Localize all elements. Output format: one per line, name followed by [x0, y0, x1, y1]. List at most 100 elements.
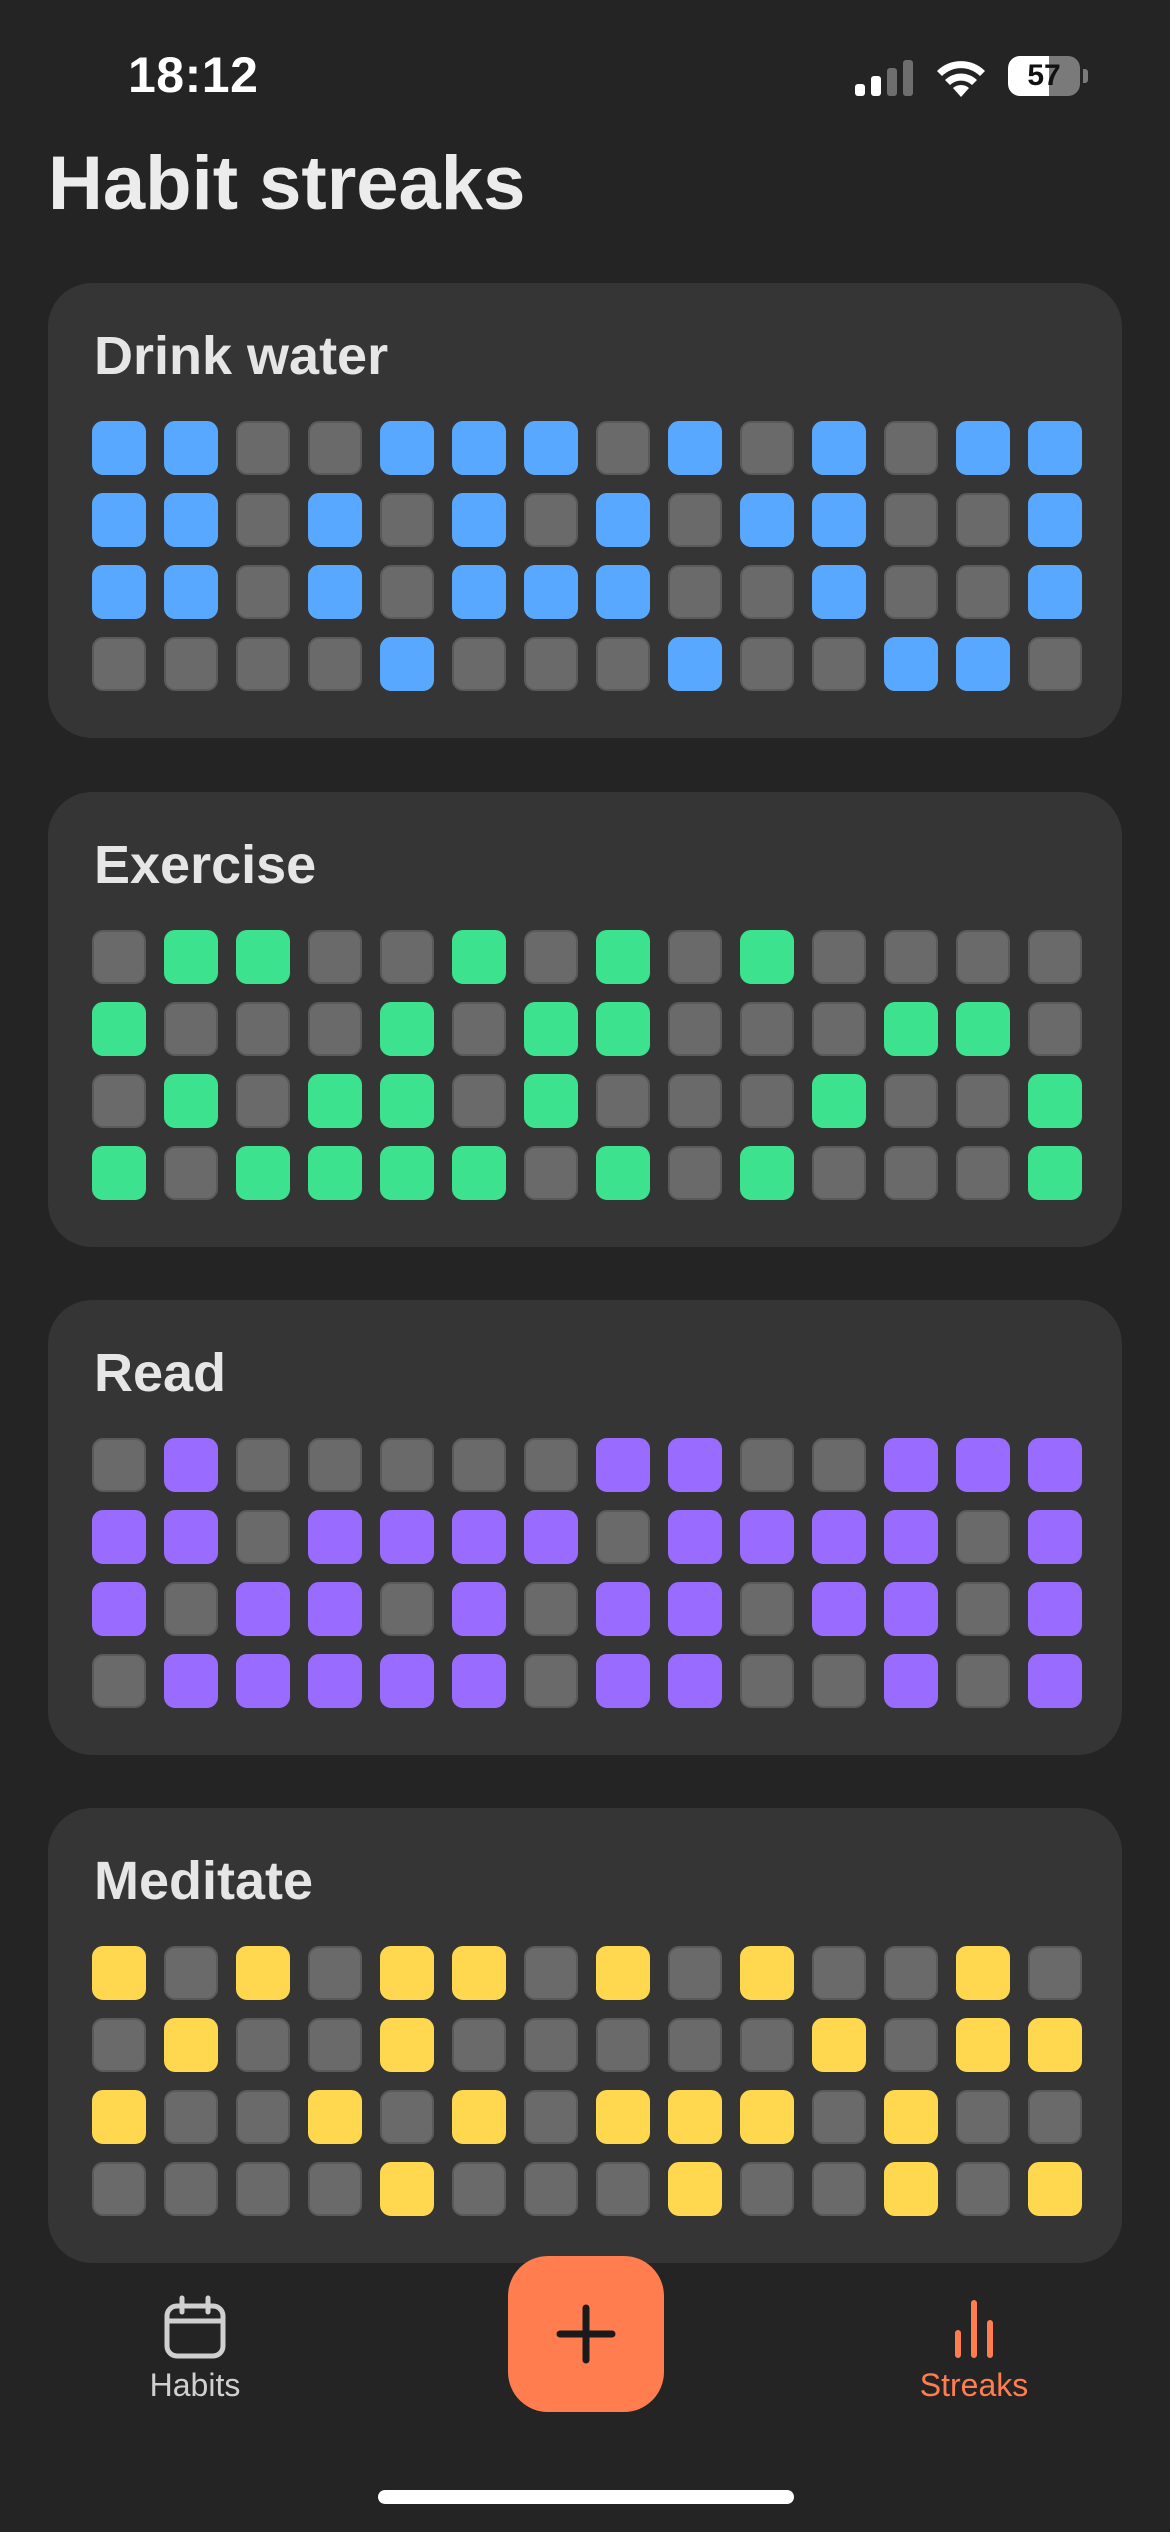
habit-card-read[interactable]: Read	[48, 1300, 1122, 1755]
habit-card-meditate[interactable]: Meditate	[48, 1808, 1122, 2263]
streak-day-done	[164, 2018, 218, 2072]
streak-day-done	[92, 1002, 146, 1056]
streak-day-missed	[92, 1654, 146, 1708]
streak-day-missed	[308, 2162, 362, 2216]
streak-day-missed	[956, 2090, 1010, 2144]
streak-day-done	[812, 2018, 866, 2072]
streak-day-missed	[92, 930, 146, 984]
streak-day-missed	[92, 2162, 146, 2216]
streak-day-done	[164, 493, 218, 547]
streak-day-done	[740, 2090, 794, 2144]
streak-day-done	[668, 2090, 722, 2144]
streak-day-done	[668, 1582, 722, 1636]
streak-day-done	[812, 1582, 866, 1636]
streak-day-done	[452, 1510, 506, 1564]
streak-day-missed	[236, 1074, 290, 1128]
streak-day-done	[596, 493, 650, 547]
streak-day-done	[308, 565, 362, 619]
streak-day-done	[92, 1146, 146, 1200]
streak-day-done	[596, 1946, 650, 2000]
streak-day-missed	[668, 1074, 722, 1128]
streak-day-missed	[740, 565, 794, 619]
streak-day-done	[380, 1510, 434, 1564]
streak-day-missed	[524, 2090, 578, 2144]
streak-day-missed	[596, 2018, 650, 2072]
streak-day-done	[884, 1510, 938, 1564]
streak-day-done	[308, 1074, 362, 1128]
streak-day-done	[164, 421, 218, 475]
streak-day-missed	[380, 565, 434, 619]
streak-day-missed	[884, 2018, 938, 2072]
streak-day-missed	[884, 1074, 938, 1128]
streak-day-done	[380, 2162, 434, 2216]
streak-day-missed	[668, 1946, 722, 2000]
streak-day-done	[1028, 421, 1082, 475]
streak-day-done	[236, 930, 290, 984]
streak-day-missed	[236, 493, 290, 547]
streak-day-missed	[236, 565, 290, 619]
streak-day-done	[596, 930, 650, 984]
streak-day-missed	[308, 1438, 362, 1492]
streak-day-done	[812, 493, 866, 547]
streak-day-done	[452, 1582, 506, 1636]
streak-day-missed	[884, 1946, 938, 2000]
streak-day-done	[884, 637, 938, 691]
streak-day-missed	[668, 930, 722, 984]
streak-day-done	[308, 1582, 362, 1636]
streak-day-done	[1028, 1074, 1082, 1128]
streak-day-missed	[596, 1510, 650, 1564]
streak-day-missed	[236, 1438, 290, 1492]
streak-day-missed	[308, 1946, 362, 2000]
streak-day-done	[740, 1510, 794, 1564]
streak-day-missed	[884, 1146, 938, 1200]
streak-day-missed	[812, 2162, 866, 2216]
streak-day-done	[956, 2018, 1010, 2072]
streak-day-missed	[164, 2090, 218, 2144]
streak-day-missed	[740, 1002, 794, 1056]
streak-day-missed	[236, 2090, 290, 2144]
streak-day-missed	[380, 930, 434, 984]
add-habit-button[interactable]	[508, 2256, 664, 2412]
streak-day-done	[596, 2090, 650, 2144]
streak-day-missed	[92, 1074, 146, 1128]
streak-day-done	[596, 1582, 650, 1636]
streak-day-done	[164, 1438, 218, 1492]
streak-day-done	[1028, 2162, 1082, 2216]
streak-day-done	[884, 2090, 938, 2144]
streak-day-missed	[668, 2018, 722, 2072]
streak-day-done	[92, 1510, 146, 1564]
streak-day-missed	[164, 637, 218, 691]
streak-day-done	[380, 1002, 434, 1056]
streak-day-missed	[164, 2162, 218, 2216]
streak-day-done	[812, 1510, 866, 1564]
streak-day-missed	[524, 2018, 578, 2072]
streak-day-done	[740, 1946, 794, 2000]
streak-day-done	[452, 1146, 506, 1200]
streak-day-missed	[596, 1074, 650, 1128]
status-bar: 18:12 57	[0, 0, 1170, 150]
tab-streaks[interactable]: Streaks	[874, 2295, 1074, 2404]
streak-day-missed	[956, 1510, 1010, 1564]
streak-day-missed	[956, 565, 1010, 619]
streak-day-done	[452, 493, 506, 547]
streak-day-done	[308, 1510, 362, 1564]
streak-day-done	[956, 637, 1010, 691]
streak-day-done	[668, 1654, 722, 1708]
streak-day-done	[668, 1510, 722, 1564]
streak-day-done	[164, 1074, 218, 1128]
habit-card-exercise[interactable]: Exercise	[48, 792, 1122, 1247]
streak-day-done	[596, 1654, 650, 1708]
streak-day-done	[668, 421, 722, 475]
streak-day-done	[452, 1654, 506, 1708]
habit-card-drink-water[interactable]: Drink water	[48, 283, 1122, 738]
habit-title: Meditate	[94, 1851, 314, 1911]
streak-day-missed	[308, 1002, 362, 1056]
streak-day-done	[236, 1146, 290, 1200]
streak-day-done	[92, 565, 146, 619]
streak-day-done	[596, 565, 650, 619]
tab-habits[interactable]: Habits	[95, 2295, 295, 2404]
streak-day-missed	[452, 637, 506, 691]
streak-day-done	[884, 1438, 938, 1492]
battery-percent: 57	[1027, 59, 1061, 92]
streak-day-done	[452, 1946, 506, 2000]
